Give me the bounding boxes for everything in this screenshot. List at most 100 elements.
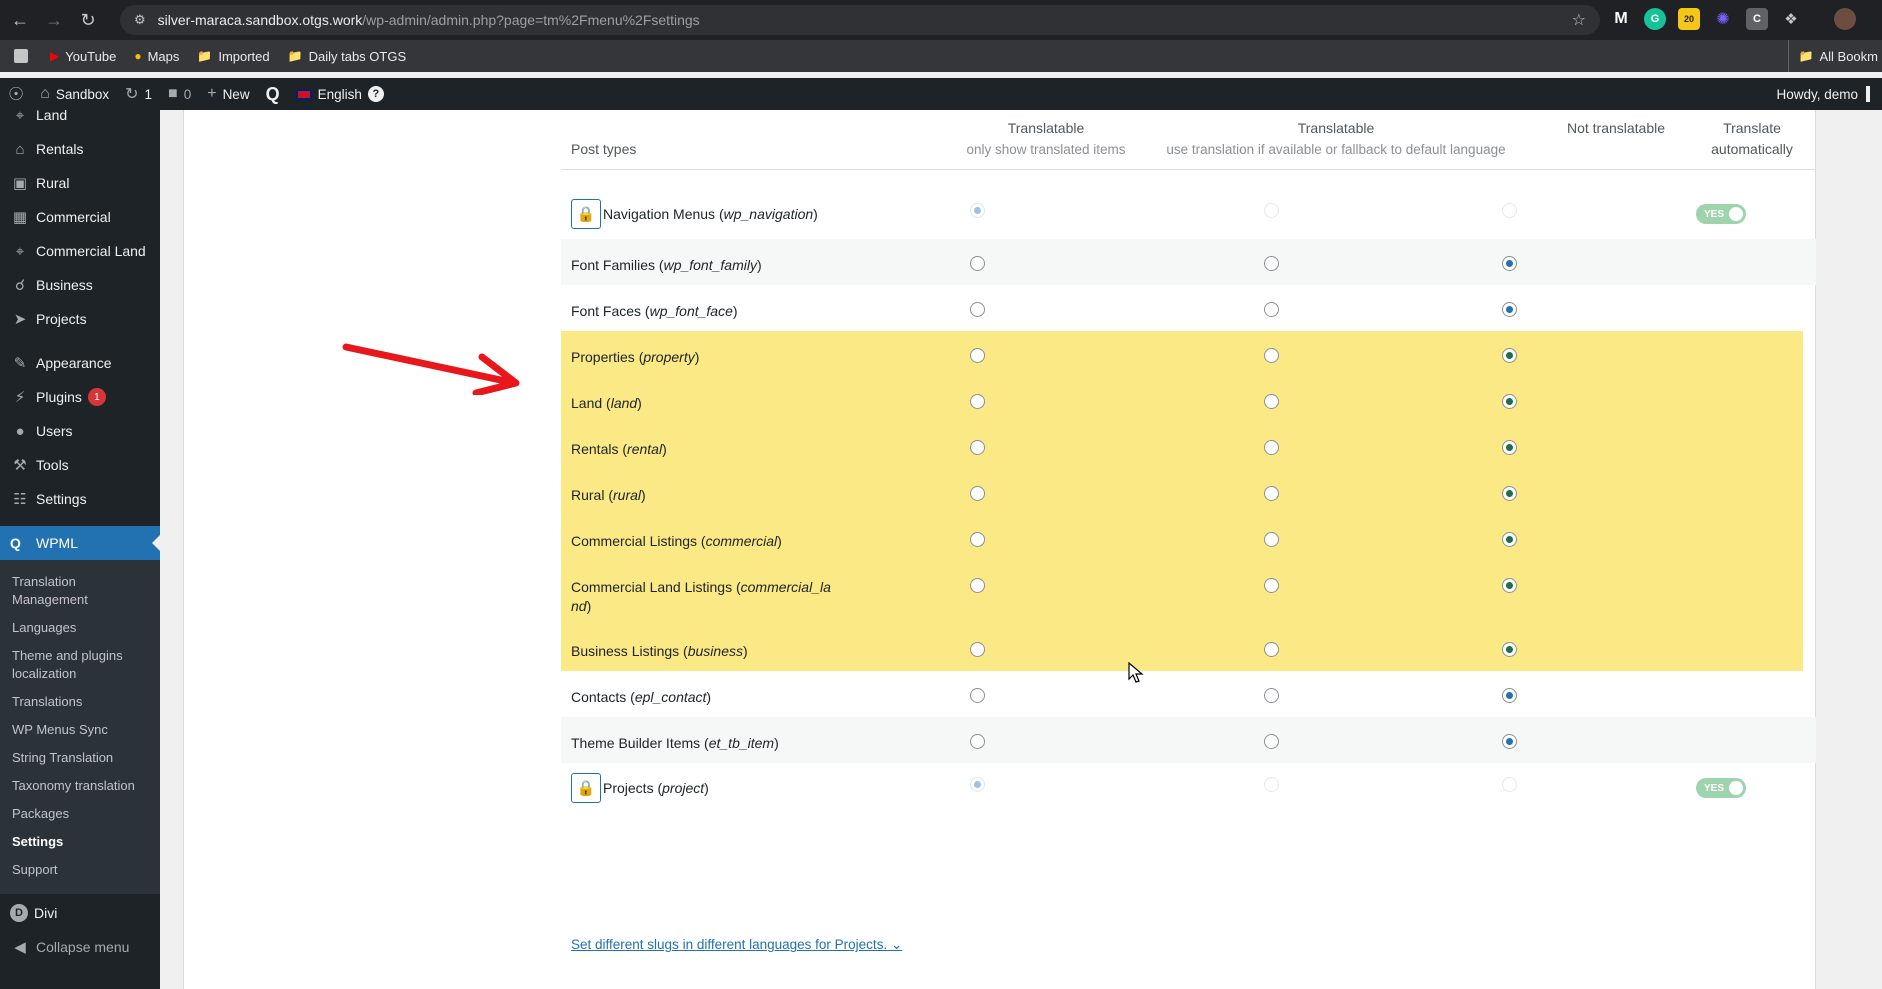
menu-item-wpml[interactable]: Q WPML xyxy=(0,526,160,560)
radio-not-translatable[interactable] xyxy=(1502,203,1517,218)
radio-translatable-fallback[interactable] xyxy=(1264,578,1279,593)
profile-avatar[interactable] xyxy=(1834,8,1856,30)
radio-translatable-fallback[interactable] xyxy=(1264,203,1279,218)
submenu-item[interactable]: WP Menus Sync xyxy=(0,716,160,744)
puzzle-icon[interactable]: ❖ xyxy=(1780,8,1802,30)
submenu-item[interactable]: Translation Management xyxy=(0,568,160,614)
radio-translatable-fallback[interactable] xyxy=(1264,302,1279,317)
radio-translatable-fallback[interactable] xyxy=(1264,734,1279,749)
address-bar[interactable]: ⚙ silver-maraca.sandbox.otgs.work/wp-adm… xyxy=(120,5,1600,35)
radio-translatable-only[interactable] xyxy=(970,203,985,218)
radio-not-translatable[interactable] xyxy=(1502,302,1517,317)
radio-translatable-only[interactable] xyxy=(970,734,985,749)
bookmark-star-icon[interactable]: ☆ xyxy=(1572,10,1586,30)
radio-translatable-only[interactable] xyxy=(970,348,985,363)
radio-not-translatable[interactable] xyxy=(1502,348,1517,363)
translate-automatically-toggle[interactable]: YES xyxy=(1696,204,1746,224)
lock-icon[interactable]: 🔒 xyxy=(571,773,601,803)
radio-not-translatable[interactable] xyxy=(1502,440,1517,455)
wpml-icon[interactable]: Q xyxy=(266,84,280,105)
radio-not-translatable[interactable] xyxy=(1502,486,1517,501)
comments-link[interactable]: ■ 0 xyxy=(168,85,191,103)
extension-m-icon[interactable]: M xyxy=(1610,8,1632,30)
radio-translatable-only[interactable] xyxy=(970,302,985,317)
post-type-slug: epl_contact xyxy=(634,689,707,705)
radio-translatable-only[interactable] xyxy=(970,688,985,703)
menu-item-appearance[interactable]: ✎ Appearance xyxy=(0,346,160,380)
language-switcher[interactable]: English? xyxy=(295,86,384,102)
radio-not-translatable[interactable] xyxy=(1502,777,1517,792)
help-icon[interactable]: ? xyxy=(367,86,384,102)
radio-translatable-fallback[interactable] xyxy=(1264,440,1279,455)
set-slugs-link[interactable]: Set different slugs in different languag… xyxy=(571,937,902,953)
radio-translatable-fallback[interactable] xyxy=(1264,394,1279,409)
translate-automatically-toggle[interactable]: YES xyxy=(1696,778,1746,798)
menu-item-rentals[interactable]: ⌂ Rentals xyxy=(0,132,160,166)
submenu-item[interactable]: Settings xyxy=(0,828,160,856)
bookmark-youtube[interactable]: ▶ YouTube xyxy=(50,49,116,64)
radio-not-translatable[interactable] xyxy=(1502,642,1517,657)
radio-translatable-only[interactable] xyxy=(970,532,985,547)
radio-not-translatable[interactable] xyxy=(1502,688,1517,703)
menu-item-commercial-land[interactable]: ⌖ Commercial Land xyxy=(0,234,160,268)
bookmark-daily-tabs[interactable]: 📁 Daily tabs OTGS xyxy=(288,49,406,64)
collapse-menu-button[interactable]: ◀ Collapse menu xyxy=(0,930,160,964)
radio-translatable-fallback[interactable] xyxy=(1264,642,1279,657)
submenu-item[interactable]: Packages xyxy=(0,800,160,828)
radio-translatable-only[interactable] xyxy=(970,256,985,271)
menu-item-projects[interactable]: ➤ Projects xyxy=(0,302,160,336)
radio-not-translatable[interactable] xyxy=(1502,256,1517,271)
grammarly-icon[interactable]: G xyxy=(1644,8,1666,30)
radio-translatable-fallback[interactable] xyxy=(1264,688,1279,703)
forward-icon[interactable]: → xyxy=(40,6,68,34)
radio-translatable-fallback[interactable] xyxy=(1264,348,1279,363)
radio-translatable-fallback[interactable] xyxy=(1264,486,1279,501)
bookmark-maps[interactable]: ● Maps xyxy=(134,49,179,64)
radio-translatable-only[interactable] xyxy=(970,578,985,593)
menu-item-commercial[interactable]: ▦ Commercial xyxy=(0,200,160,234)
radio-translatable-only[interactable] xyxy=(970,440,985,455)
submenu-item[interactable]: String Translation xyxy=(0,744,160,772)
radio-translatable-only[interactable] xyxy=(970,642,985,657)
all-bookmarks[interactable]: 📁 All Bookm xyxy=(1787,40,1882,72)
apps-icon[interactable] xyxy=(14,49,28,63)
toggle-label: YES xyxy=(1704,782,1725,794)
radio-translatable-only[interactable] xyxy=(970,394,985,409)
back-icon[interactable]: ← xyxy=(6,6,34,34)
radio-translatable-fallback[interactable] xyxy=(1264,256,1279,271)
bookmark-imported[interactable]: 📁 Imported xyxy=(197,49,269,64)
radio-translatable-only[interactable] xyxy=(970,777,985,792)
user-account-menu[interactable]: Howdy, demo xyxy=(1776,78,1870,110)
radio-not-translatable[interactable] xyxy=(1502,394,1517,409)
menu-item-business[interactable]: ☌ Business xyxy=(0,268,160,302)
submenu-item[interactable]: Support xyxy=(0,856,160,884)
radio-translatable-fallback[interactable] xyxy=(1264,532,1279,547)
menu-item-users[interactable]: ● Users xyxy=(0,414,160,448)
menu-item-rural[interactable]: ▣ Rural xyxy=(0,166,160,200)
post-type-slug: commercial xyxy=(705,533,778,549)
menu-item-divi[interactable]: D Divi xyxy=(0,896,160,930)
submenu-item[interactable]: Theme and plugins localization xyxy=(0,642,160,688)
radio-not-translatable[interactable] xyxy=(1502,578,1517,593)
new-content-link[interactable]: + New xyxy=(207,85,249,103)
radio-not-translatable[interactable] xyxy=(1502,532,1517,547)
comments-count: 0 xyxy=(183,86,192,102)
set-slugs-label: Set different slugs in different languag… xyxy=(571,937,888,952)
menu-item-plugins[interactable]: ⚡ Plugins 1 xyxy=(0,380,160,414)
menu-item-land[interactable]: ⌖ Land xyxy=(0,98,160,132)
lock-icon[interactable]: 🔒 xyxy=(571,199,601,229)
reload-icon[interactable]: ↻ xyxy=(74,6,102,34)
radio-translatable-only[interactable] xyxy=(970,486,985,501)
submenu-item[interactable]: Taxonomy translation xyxy=(0,772,160,800)
submenu-item[interactable]: Translations xyxy=(0,688,160,716)
menu-item-settings[interactable]: ☷ Settings xyxy=(0,482,160,516)
extension-c-icon[interactable]: C xyxy=(1746,8,1768,30)
site-info-icon[interactable]: ⚙ xyxy=(134,12,146,28)
radio-translatable-fallback[interactable] xyxy=(1264,777,1279,792)
extension-star-icon[interactable]: ✺ xyxy=(1712,8,1734,30)
submenu-item[interactable]: Languages xyxy=(0,614,160,642)
radio-not-translatable[interactable] xyxy=(1502,734,1517,749)
extension-badge-icon[interactable]: 20 xyxy=(1678,8,1700,30)
menu-item-tools[interactable]: ⚒ Tools xyxy=(0,448,160,482)
post-type-paren: ) xyxy=(641,487,646,503)
